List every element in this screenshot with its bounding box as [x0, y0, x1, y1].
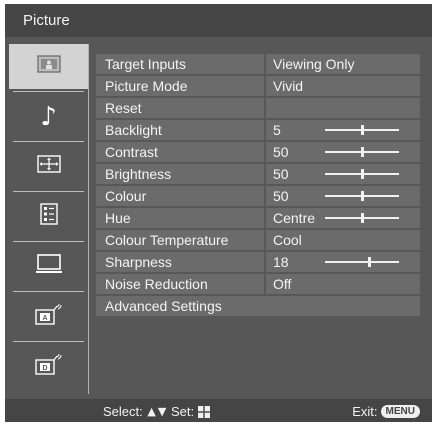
digital-badge-text: D: [42, 365, 47, 372]
analogue-badge-text: A: [42, 315, 47, 322]
digital-tuning-icon: D: [34, 353, 63, 380]
value-slider[interactable]: [325, 125, 399, 135]
sound-note-icon: ♪: [40, 101, 57, 132]
setup-list-icon: [39, 203, 58, 230]
slider-thumb[interactable]: [361, 213, 364, 223]
menu-row-reset[interactable]: Reset: [96, 98, 420, 118]
pc-monitor-icon: [35, 254, 62, 279]
menu-row-value: 5: [273, 122, 281, 138]
down-arrow-icon: ▼: [157, 405, 167, 419]
column-divider: [264, 142, 266, 162]
menu-row-picture-mode[interactable]: Picture Mode Vivid: [96, 76, 420, 96]
column-divider: [264, 98, 266, 118]
sidebar-item-screen[interactable]: [9, 144, 88, 189]
menu-row-contrast[interactable]: Contrast 50: [96, 142, 420, 162]
menu-row-target-inputs[interactable]: Target Inputs Viewing Only: [96, 54, 420, 74]
menu-row-value: Vivid: [273, 78, 304, 94]
menu-row-label: Colour Temperature: [105, 232, 229, 248]
slider-thumb[interactable]: [361, 125, 364, 135]
exit-hint: Exit: MENU: [352, 399, 420, 423]
menu-row-label: Picture Mode: [105, 78, 188, 94]
menu-title: Picture: [5, 4, 432, 37]
column-divider: [264, 208, 266, 228]
menu-row-label: Target Inputs: [105, 56, 186, 72]
menu-row-label: Reset: [105, 100, 142, 116]
menu-row-value: Viewing Only: [273, 56, 355, 72]
category-sidebar: ♪ A D: [9, 44, 89, 394]
up-arrow-icon: ▲: [147, 405, 156, 419]
menu-row-backlight[interactable]: Backlight 5: [96, 120, 420, 140]
slider-thumb[interactable]: [361, 191, 364, 201]
sidebar-item-setup[interactable]: [9, 194, 88, 239]
column-divider: [264, 120, 266, 140]
menu-row-value: Off: [273, 276, 292, 292]
navigation-hint: Select: ▲ ▼ Set:: [103, 399, 210, 423]
sidebar-item-picture[interactable]: [9, 44, 88, 89]
column-divider: [264, 230, 266, 250]
menu-button-icon: MENU: [380, 405, 420, 419]
value-slider[interactable]: [325, 213, 399, 223]
value-slider[interactable]: [325, 147, 399, 157]
screen-adjust-icon: [36, 155, 61, 178]
menu-row-value: 50: [273, 166, 289, 182]
column-divider: [264, 54, 266, 74]
column-divider: [264, 252, 266, 272]
menu-row-label: Sharpness: [105, 254, 172, 270]
menu-row-noise-reduction[interactable]: Noise Reduction Off: [96, 274, 420, 294]
value-slider[interactable]: [325, 191, 399, 201]
column-divider: [264, 186, 266, 206]
menu-row-value: 50: [273, 144, 289, 160]
menu-row-advanced-settings[interactable]: Advanced Settings: [96, 296, 420, 316]
slider-thumb[interactable]: [361, 169, 364, 179]
footer-hint-bar: Select: ▲ ▼ Set: Exit: MENU: [5, 399, 432, 422]
menu-row-value: 50: [273, 188, 289, 204]
menu-row-colour[interactable]: Colour 50: [96, 186, 420, 206]
select-hint-label: Select:: [103, 404, 143, 420]
menu-row-label: Colour: [105, 188, 147, 204]
menu-row-value: 18: [273, 254, 289, 270]
menu-row-label: Advanced Settings: [105, 298, 222, 314]
sidebar-item-sound[interactable]: ♪: [9, 94, 88, 139]
sidebar-item-analogue[interactable]: A: [9, 294, 88, 339]
sidebar-item-digital[interactable]: D: [9, 344, 88, 389]
enter-button-icon: [197, 400, 210, 423]
column-divider: [264, 76, 266, 96]
menu-row-hue[interactable]: Hue Centre: [96, 208, 420, 228]
menu-row-value: Centre: [273, 210, 316, 226]
menu-row-label: Brightness: [105, 166, 172, 182]
menu-row-value: Cool: [273, 232, 302, 248]
menu-row-label: Noise Reduction: [105, 276, 208, 292]
column-divider: [264, 164, 266, 184]
analogue-tuning-icon: A: [34, 303, 63, 330]
value-slider[interactable]: [325, 169, 399, 179]
menu-row-colour-temperature[interactable]: Colour Temperature Cool: [96, 230, 420, 250]
picture-icon: [36, 55, 61, 78]
set-hint-label: Set:: [170, 404, 195, 420]
slider-thumb[interactable]: [361, 147, 364, 157]
menu-row-label: Hue: [105, 210, 131, 226]
menu-row-label: Contrast: [105, 144, 158, 160]
menu-row-label: Backlight: [105, 122, 162, 138]
exit-hint-label: Exit:: [352, 404, 378, 420]
menu-row-brightness[interactable]: Brightness 50: [96, 164, 420, 184]
value-slider[interactable]: [325, 257, 399, 267]
sidebar-item-pc[interactable]: [9, 244, 88, 289]
menu-row-sharpness[interactable]: Sharpness 18: [96, 252, 420, 272]
column-divider: [264, 274, 266, 294]
picture-menu-panel: Picture ♪ A D Target Inputs Viewing Only…: [5, 4, 432, 422]
slider-thumb[interactable]: [368, 257, 372, 267]
